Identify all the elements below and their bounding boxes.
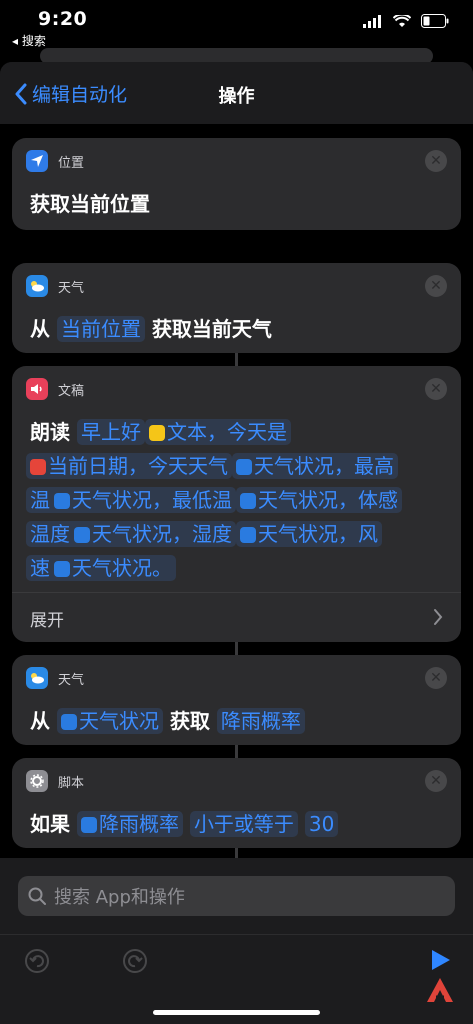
- connector: [235, 744, 238, 758]
- home-indicator: [153, 1010, 320, 1015]
- watermark-logo-icon: [427, 978, 453, 1002]
- variable-token[interactable]: 天气状况，风: [236, 521, 382, 547]
- search-input[interactable]: 搜索 App和操作: [18, 876, 455, 916]
- page-title: 操作: [218, 86, 255, 107]
- weather-cloud-icon: [26, 667, 48, 689]
- speak-line: 速天气状况。: [26, 552, 176, 581]
- weather-cloud-icon: [26, 275, 48, 297]
- close-icon[interactable]: ✕: [425, 378, 447, 400]
- action-card-weather-detail[interactable]: 天气 ✕ 从 天气状况 获取 降雨概率: [12, 655, 461, 745]
- chevron-right-icon[interactable]: [433, 608, 443, 626]
- action-app-label: 天气: [58, 280, 85, 296]
- status-icons: [363, 14, 449, 28]
- back-to-app-link[interactable]: ◂ 搜索: [12, 32, 46, 49]
- speak-line: 温度 天气状况，湿度 天气状况，风: [26, 518, 382, 547]
- action-app-label: 天气: [58, 672, 85, 688]
- action-app-label: 位置: [58, 155, 85, 171]
- weather-cloud-icon: [60, 714, 77, 730]
- divider: [12, 592, 461, 593]
- close-icon[interactable]: ✕: [425, 667, 447, 689]
- variable-token[interactable]: 降雨概率: [216, 708, 305, 734]
- weather-cloud-icon: [236, 459, 252, 475]
- variable-token[interactable]: 温天气状况，最低温: [26, 487, 236, 513]
- signal-icon: [363, 14, 381, 28]
- action-app-label: 脚本: [58, 775, 85, 791]
- weather-cloud-icon: [240, 527, 256, 543]
- battery-icon: [421, 14, 449, 28]
- speaker-icon: [26, 378, 48, 400]
- weather-cloud-icon: [54, 561, 70, 577]
- weather-cloud-icon: [80, 817, 97, 833]
- status-time: 9:20: [38, 8, 88, 30]
- note-icon: [148, 425, 165, 441]
- search-placeholder: 搜索 App和操作: [54, 887, 185, 908]
- speak-line: 朗读 早上好 文本，今天是: [30, 416, 291, 445]
- variable-token[interactable]: 降雨概率: [76, 811, 183, 837]
- calendar-icon: [30, 459, 46, 475]
- weather-cloud-icon: [74, 527, 90, 543]
- value-token[interactable]: 30: [304, 811, 339, 837]
- variable-token[interactable]: 天气状况: [56, 708, 163, 734]
- condition-token[interactable]: 小于或等于: [189, 811, 298, 837]
- close-icon[interactable]: ✕: [425, 770, 447, 792]
- action-text: 获取: [169, 709, 210, 733]
- close-icon[interactable]: ✕: [425, 150, 447, 172]
- variable-token[interactable]: 文本，今天是: [144, 419, 291, 445]
- speak-line: 温天气状况，最低温 天气状况，体感: [26, 484, 402, 513]
- variable-token[interactable]: 天气状况，体感: [236, 487, 402, 513]
- weather-cloud-icon: [54, 493, 70, 509]
- action-text: 如果: [30, 812, 70, 836]
- variable-token[interactable]: 当前日期，今天天气: [26, 453, 232, 479]
- speak-line: 当前日期，今天天气 天气状况，最高: [26, 450, 398, 479]
- action-card-speak[interactable]: 文稿 ✕ 朗读 早上好 文本，今天是 当前日期，今天天气 天气状况，最高 温天气状况…: [12, 366, 461, 642]
- weather-cloud-icon: [240, 493, 256, 509]
- location-arrow-icon: [26, 150, 48, 172]
- close-icon[interactable]: ✕: [425, 275, 447, 297]
- action-card-if[interactable]: 脚本 ✕ 如果 降雨概率 小于或等于 30: [12, 758, 461, 848]
- variable-token[interactable]: 速天气状况。: [26, 555, 176, 581]
- action-app-label: 文稿: [58, 383, 85, 399]
- action-text: 从: [30, 317, 50, 341]
- search-icon: [28, 887, 46, 905]
- action-text: 获取当前天气: [151, 317, 272, 341]
- redo-icon[interactable]: [122, 948, 148, 974]
- variable-token[interactable]: 早上好: [76, 419, 145, 445]
- action-text: 获取当前位置: [30, 192, 150, 216]
- wifi-icon: [393, 14, 411, 27]
- variable-token[interactable]: 温度 天气状况，湿度: [26, 521, 236, 547]
- gear-icon: [26, 770, 48, 792]
- action-text: 从: [30, 709, 50, 733]
- action-card-location[interactable]: 位置 ✕ 获取当前位置: [12, 138, 461, 230]
- undo-icon[interactable]: [24, 948, 50, 974]
- expand-label[interactable]: 展开: [30, 606, 64, 631]
- variable-token[interactable]: 天气状况，最高: [232, 453, 398, 479]
- action-text: 朗读: [30, 420, 70, 444]
- play-icon[interactable]: [430, 948, 452, 972]
- divider: [0, 934, 473, 935]
- action-card-weather[interactable]: 天气 ✕ 从 当前位置 获取当前天气: [12, 263, 461, 353]
- connector: [235, 640, 238, 656]
- variable-token[interactable]: 当前位置: [56, 316, 145, 342]
